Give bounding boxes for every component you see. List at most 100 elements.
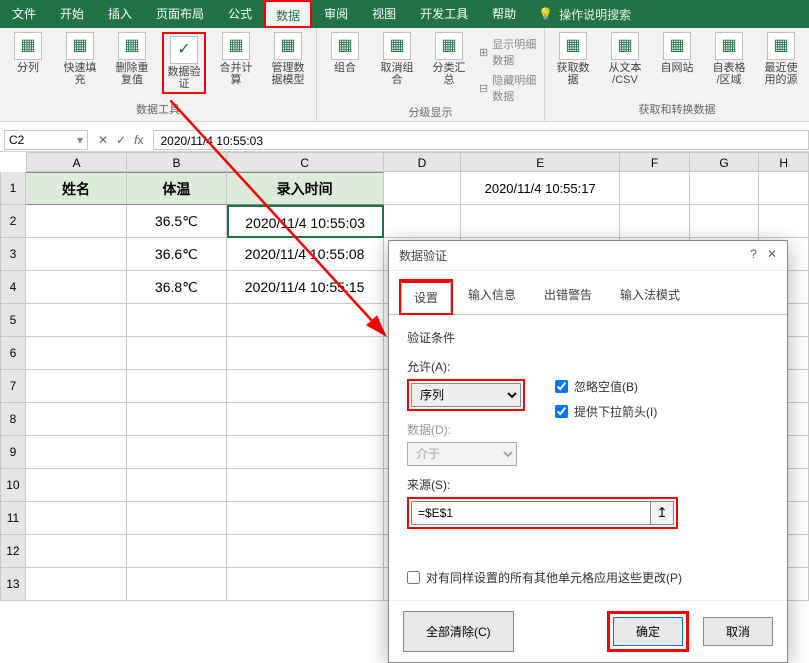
col-header-G[interactable]: G — [690, 152, 760, 172]
cell-H1[interactable] — [759, 172, 809, 205]
cell-G1[interactable] — [690, 172, 760, 205]
col-header-E[interactable]: E — [461, 152, 620, 172]
row-header-4[interactable]: 4 — [0, 271, 26, 304]
cell-A6[interactable] — [26, 337, 127, 370]
tab-审阅[interactable]: 审阅 — [312, 0, 360, 28]
allow-select[interactable]: 序列 — [411, 383, 521, 407]
formula-input[interactable]: 2020/11/4 10:55:03 — [153, 130, 809, 150]
row-header-6[interactable]: 6 — [0, 337, 26, 370]
ribbon-分类汇总[interactable]: ▦分类汇总 — [427, 32, 471, 104]
col-header-D[interactable]: D — [384, 152, 462, 172]
tab-帮助[interactable]: 帮助 — [480, 0, 528, 28]
tab-开始[interactable]: 开始 — [48, 0, 96, 28]
cell-D2[interactable] — [384, 205, 462, 238]
cell-C8[interactable] — [227, 403, 384, 436]
hide-detail[interactable]: ⊟隐藏明细数据 — [479, 72, 538, 104]
cell-A1[interactable]: 姓名 — [26, 172, 127, 205]
cell-A4[interactable] — [26, 271, 127, 304]
ribbon-快速填充[interactable]: ▦快速填充 — [58, 32, 102, 94]
cell-E1[interactable]: 2020/11/4 10:55:17 — [461, 172, 620, 205]
cell-C2[interactable]: 2020/11/4 10:55:03 — [227, 205, 384, 238]
cell-H2[interactable] — [759, 205, 809, 238]
dialog-tab-出错警告[interactable]: 出错警告 — [531, 279, 605, 315]
row-header-8[interactable]: 8 — [0, 403, 26, 436]
fx-icon[interactable]: fx — [134, 133, 143, 147]
cell-A5[interactable] — [26, 304, 127, 337]
tab-开发工具[interactable]: 开发工具 — [408, 0, 480, 28]
cell-A13[interactable] — [26, 568, 127, 601]
tab-插入[interactable]: 插入 — [96, 0, 144, 28]
cell-F1[interactable] — [620, 172, 690, 205]
cell-A11[interactable] — [26, 502, 127, 535]
ribbon-数据验证[interactable]: ✓数据验证 — [162, 32, 206, 94]
apply-all-checkbox[interactable]: 对有同样设置的所有其他单元格应用这些更改(P) — [407, 569, 769, 586]
cell-B11[interactable] — [127, 502, 226, 535]
ribbon-从文本/CSV[interactable]: ▦从文本/CSV — [603, 32, 647, 86]
cell-C9[interactable] — [227, 436, 384, 469]
ribbon-管理数据模型[interactable]: ▦管理数据模型 — [266, 32, 310, 94]
cell-E2[interactable] — [461, 205, 620, 238]
close-icon[interactable]: ✕ — [767, 247, 777, 264]
cell-C10[interactable] — [227, 469, 384, 502]
cell-B1[interactable]: 体温 — [127, 172, 226, 205]
cell-C7[interactable] — [227, 370, 384, 403]
cell-B12[interactable] — [127, 535, 226, 568]
cell-B4[interactable]: 36.8℃ — [127, 271, 226, 304]
col-header-H[interactable]: H — [759, 152, 809, 172]
ribbon-分列[interactable]: ▦分列 — [6, 32, 50, 94]
tab-数据[interactable]: 数据 — [264, 0, 312, 28]
ribbon-删除重复值[interactable]: ▦删除重复值 — [110, 32, 154, 94]
row-header-3[interactable]: 3 — [0, 238, 26, 271]
cell-C11[interactable] — [227, 502, 384, 535]
cancel-icon[interactable]: ✕ — [98, 133, 108, 147]
enter-icon[interactable]: ✓ — [116, 133, 126, 147]
cell-B5[interactable] — [127, 304, 226, 337]
cell-B10[interactable] — [127, 469, 226, 502]
ignore-blank-checkbox[interactable]: 忽略空值(B) — [555, 378, 657, 395]
source-input[interactable] — [411, 501, 651, 525]
cell-A8[interactable] — [26, 403, 127, 436]
clear-all-button[interactable]: 全部清除(C) — [403, 611, 514, 652]
cell-C6[interactable] — [227, 337, 384, 370]
ribbon-自网站[interactable]: ▦自网站 — [655, 32, 699, 86]
row-header-11[interactable]: 11 — [0, 502, 26, 535]
tell-me-search[interactable]: 💡 操作说明搜索 — [528, 6, 631, 23]
row-header-10[interactable]: 10 — [0, 469, 26, 502]
range-picker-button[interactable]: ↥ — [650, 501, 674, 525]
cell-B7[interactable] — [127, 370, 226, 403]
cell-C3[interactable]: 2020/11/4 10:55:08 — [227, 238, 384, 271]
help-icon[interactable]: ? — [750, 247, 757, 264]
ribbon-获取数据[interactable]: ▦获取数据 — [551, 32, 595, 86]
row-header-9[interactable]: 9 — [0, 436, 26, 469]
cell-B6[interactable] — [127, 337, 226, 370]
cell-C5[interactable] — [227, 304, 384, 337]
dialog-tab-输入信息[interactable]: 输入信息 — [455, 279, 529, 315]
dialog-tab-设置[interactable]: 设置 — [401, 281, 451, 313]
ribbon-合并计算[interactable]: ▦合并计算 — [214, 32, 258, 94]
col-header-F[interactable]: F — [620, 152, 690, 172]
dialog-tab-输入法模式[interactable]: 输入法模式 — [607, 279, 693, 315]
ribbon-组合[interactable]: ▦组合 — [323, 32, 367, 104]
in-cell-dropdown-checkbox[interactable]: 提供下拉箭头(I) — [555, 403, 657, 420]
cell-C12[interactable] — [227, 535, 384, 568]
cell-A9[interactable] — [26, 436, 127, 469]
col-header-C[interactable]: C — [227, 152, 384, 172]
cell-A12[interactable] — [26, 535, 127, 568]
row-header-12[interactable]: 12 — [0, 535, 26, 568]
cell-A7[interactable] — [26, 370, 127, 403]
cell-B9[interactable] — [127, 436, 226, 469]
cell-C13[interactable] — [227, 568, 384, 601]
col-header-A[interactable]: A — [26, 152, 127, 172]
col-header-B[interactable]: B — [127, 152, 226, 172]
cell-A10[interactable] — [26, 469, 127, 502]
cell-D1[interactable] — [384, 172, 462, 205]
cell-B2[interactable]: 36.5℃ — [127, 205, 226, 238]
ribbon-取消组合[interactable]: ▦取消组合 — [375, 32, 419, 104]
cell-G2[interactable] — [690, 205, 760, 238]
cell-C1[interactable]: 录入时间 — [227, 172, 384, 205]
show-detail[interactable]: ⊞显示明细数据 — [479, 36, 538, 68]
cell-C4[interactable]: 2020/11/4 10:55:15 — [227, 271, 384, 304]
tab-公式[interactable]: 公式 — [216, 0, 264, 28]
row-header-1[interactable]: 1 — [0, 172, 26, 205]
tab-文件[interactable]: 文件 — [0, 0, 48, 28]
